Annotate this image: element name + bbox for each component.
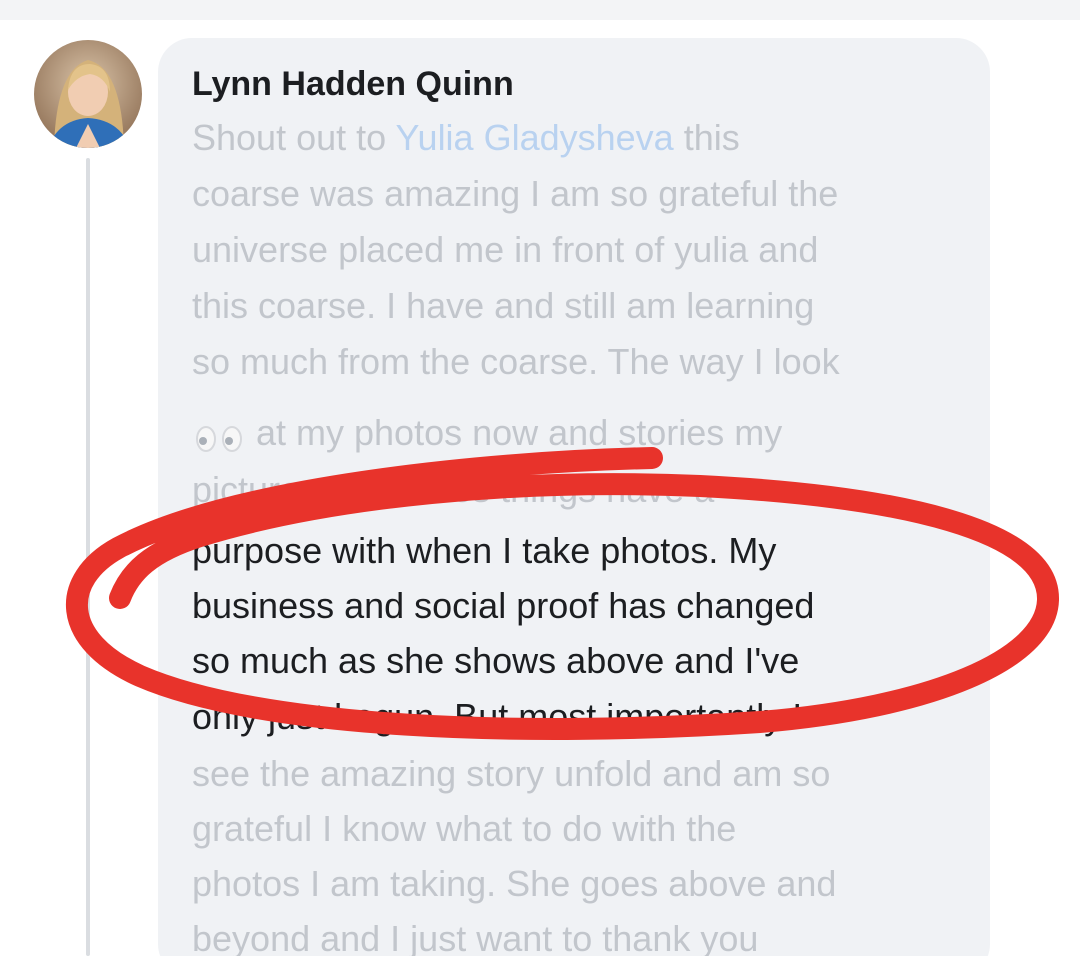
mention-link[interactable]: Yulia Gladysheva	[396, 117, 674, 158]
comment-line: so much from the coarse. The way I look	[192, 341, 840, 382]
comment-text: this	[673, 117, 740, 158]
thread-line	[86, 158, 90, 956]
comment-line: beyond and I just want to thank you	[192, 918, 759, 956]
comment-line: this coarse. I have and still am learnin…	[192, 285, 815, 326]
comment-text: Shout out to	[192, 117, 396, 158]
comment-line-highlighted: so much as she shows above and I've	[192, 640, 800, 681]
comment-line: Shout out to Yulia Gladysheva this	[192, 116, 740, 160]
comment-line: pictures tell makes things have a	[192, 469, 715, 510]
comment-screenshot: Lynn Hadden Quinn Shout out to Yulia Gla…	[0, 0, 1080, 956]
comment-line: coarse was amazing I am so grateful the	[192, 173, 839, 214]
top-bar	[0, 0, 1080, 20]
comment-line-highlighted: purpose with when I take photos. My	[192, 530, 777, 571]
avatar[interactable]	[34, 40, 142, 148]
comment-line: photos I am taking. She goes above and	[192, 863, 837, 904]
comment-line: at my photos now and stories my	[192, 411, 782, 455]
eyes-emoji-icon	[192, 420, 246, 453]
profile-photo	[34, 40, 142, 148]
comment-line-highlighted: only just begun. But most importantly I	[192, 696, 803, 737]
comment-line: grateful I know what to do with the	[192, 808, 737, 849]
comment-line: see the amazing story unfold and am so	[192, 753, 831, 794]
comment-text: at my photos now and stories my	[256, 412, 783, 453]
comment-author[interactable]: Lynn Hadden Quinn	[192, 62, 514, 106]
comment-line-highlighted: business and social proof has changed	[192, 585, 815, 626]
comment-line: universe placed me in front of yulia and	[192, 229, 819, 270]
